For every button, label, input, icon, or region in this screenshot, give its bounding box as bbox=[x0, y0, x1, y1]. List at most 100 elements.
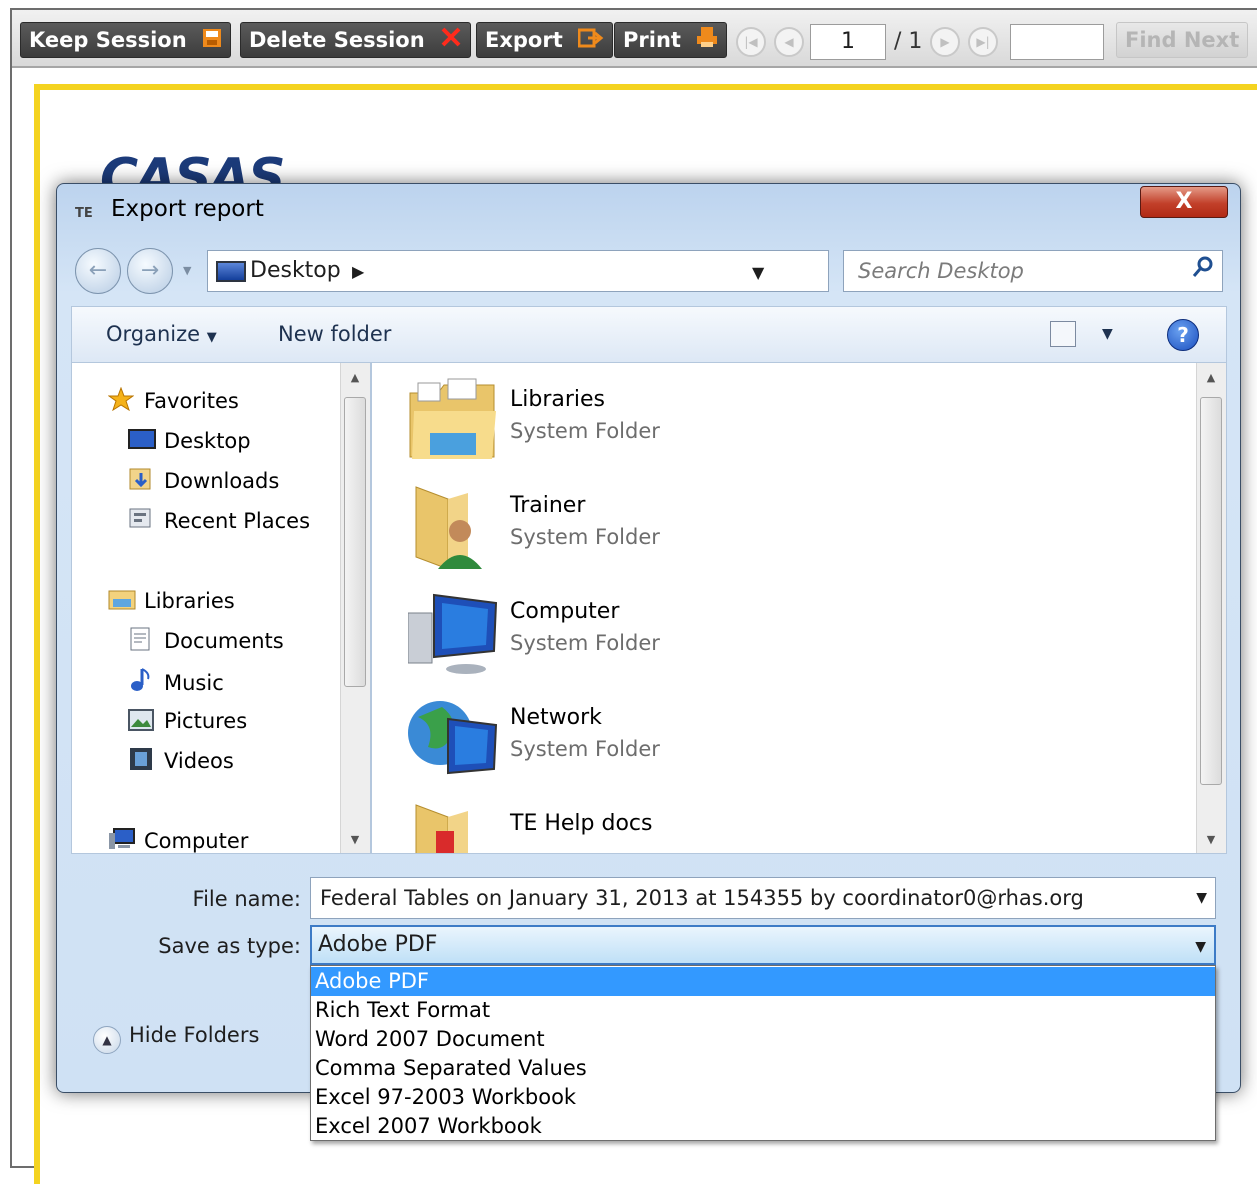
export-label: Export bbox=[485, 28, 563, 52]
file-name: Network bbox=[510, 705, 602, 730]
forward-arrow-icon[interactable]: → bbox=[127, 248, 173, 294]
nav-downloads[interactable]: Downloads bbox=[128, 467, 279, 495]
downloads-icon bbox=[128, 467, 154, 490]
user-folder-icon bbox=[408, 483, 498, 570]
option-adobe-pdf[interactable]: Adobe PDF bbox=[311, 967, 1215, 996]
search-placeholder: Search Desktop bbox=[858, 259, 1024, 283]
scrollbar-thumb[interactable] bbox=[1200, 397, 1222, 785]
address-dropdown-icon[interactable]: ▼ bbox=[752, 260, 764, 286]
keep-session-button[interactable]: Keep Session bbox=[20, 22, 231, 58]
nav-documents[interactable]: Documents bbox=[128, 627, 284, 655]
save-type-options: Adobe PDF Rich Text Format Word 2007 Doc… bbox=[310, 965, 1216, 1141]
page-number-input[interactable]: 1 bbox=[810, 24, 886, 60]
navigation-pane: Favorites Desktop Downloads Recent Place… bbox=[71, 362, 371, 854]
list-item-te-help-docs[interactable]: TE Help docs bbox=[408, 797, 1008, 853]
first-page-icon[interactable]: |◀ bbox=[736, 27, 766, 57]
recent-places-icon bbox=[128, 507, 154, 529]
new-folder-button[interactable]: New folder bbox=[278, 319, 391, 349]
favorites-label: Favorites bbox=[144, 389, 239, 413]
option-rich-text-format[interactable]: Rich Text Format bbox=[311, 996, 1215, 1025]
nav-computer[interactable]: Computer bbox=[108, 827, 248, 855]
file-name-dropdown-icon[interactable]: ▼ bbox=[1196, 888, 1207, 908]
option-excel-97-2003-workbook[interactable]: Excel 97-2003 Workbook bbox=[311, 1083, 1215, 1112]
nav-desktop[interactable]: Desktop bbox=[128, 427, 251, 455]
computer-icon bbox=[108, 827, 135, 849]
scroll-down-icon[interactable]: ▼ bbox=[1197, 833, 1225, 846]
save-as-type-select[interactable]: Adobe PDF ▼ bbox=[310, 925, 1216, 965]
nav-favorites[interactable]: Favorites bbox=[107, 386, 239, 415]
list-item-trainer[interactable]: Trainer System Folder bbox=[408, 479, 1008, 575]
file-type: System Folder bbox=[510, 525, 660, 549]
back-arrow-icon[interactable]: ← bbox=[75, 248, 121, 294]
recent-locations-chevron-icon[interactable]: ▼ bbox=[183, 264, 191, 277]
scroll-up-icon[interactable]: ▲ bbox=[1197, 371, 1225, 384]
file-name-label: File name: bbox=[192, 887, 301, 911]
nav-videos[interactable]: Videos bbox=[128, 747, 234, 775]
last-page-icon[interactable]: ▶| bbox=[968, 27, 998, 57]
address-bar[interactable]: Desktop ▶ ▼ ⇆ bbox=[207, 250, 968, 359]
music-label: Music bbox=[164, 671, 224, 695]
option-word-2007-document[interactable]: Word 2007 Document bbox=[311, 1025, 1215, 1054]
option-comma-separated-values[interactable]: Comma Separated Values bbox=[311, 1054, 1215, 1083]
network-icon bbox=[408, 695, 498, 781]
option-excel-2007-workbook[interactable]: Excel 2007 Workbook bbox=[311, 1112, 1215, 1141]
file-list: Libraries System Folder Trainer System F… bbox=[371, 362, 1227, 854]
collapse-up-icon: ▲ bbox=[93, 1026, 121, 1054]
nav-pictures[interactable]: Pictures bbox=[128, 707, 247, 735]
views-icon[interactable] bbox=[1050, 321, 1076, 347]
views-dropdown-icon[interactable]: ▼ bbox=[1102, 321, 1113, 347]
nav-libraries[interactable]: Libraries bbox=[108, 587, 235, 615]
scroll-down-icon[interactable]: ▼ bbox=[341, 833, 369, 846]
navigation-scrollbar[interactable]: ▲ ▼ bbox=[340, 363, 370, 853]
file-list-scrollbar[interactable]: ▲ ▼ bbox=[1196, 363, 1226, 853]
pictures-label: Pictures bbox=[164, 709, 248, 733]
previous-page-icon[interactable]: ◀ bbox=[774, 27, 804, 57]
file-name: Libraries bbox=[510, 387, 606, 412]
close-button[interactable]: X bbox=[1140, 186, 1228, 218]
file-type: System Folder bbox=[510, 737, 660, 761]
documents-label: Documents bbox=[164, 629, 284, 653]
file-name-field[interactable]: Federal Tables on January 31, 2013 at 15… bbox=[310, 877, 1216, 919]
scroll-up-icon[interactable]: ▲ bbox=[341, 371, 369, 384]
libraries-label: Libraries bbox=[144, 589, 235, 613]
print-button[interactable]: Print bbox=[614, 22, 728, 58]
desktop-icon bbox=[128, 429, 156, 451]
page-total: / 1 bbox=[894, 29, 923, 54]
print-label: Print bbox=[623, 28, 681, 52]
export-report-dialog: TE Export report X ← → ▼ Desktop ▶ ▼ ⇆ S… bbox=[56, 183, 1241, 1141]
folder-icon bbox=[408, 801, 498, 853]
app-icon: TE bbox=[75, 206, 93, 221]
find-next-button[interactable]: Find Next bbox=[1116, 22, 1249, 58]
file-type: System Folder bbox=[510, 631, 660, 655]
scrollbar-thumb[interactable] bbox=[344, 397, 366, 687]
search-input[interactable]: Search Desktop bbox=[843, 250, 1223, 292]
address-location[interactable]: Desktop bbox=[250, 255, 341, 287]
save-icon bbox=[202, 24, 222, 58]
save-type-value: Adobe PDF bbox=[318, 932, 438, 957]
save-type-label: Save as type: bbox=[158, 934, 301, 958]
list-item-computer[interactable]: Computer System Folder bbox=[407, 585, 1008, 681]
search-icon[interactable] bbox=[1192, 256, 1214, 287]
find-text-input[interactable] bbox=[1010, 24, 1104, 60]
organize-menu[interactable]: Organize ▼ bbox=[106, 319, 217, 353]
next-page-icon[interactable]: ▶ bbox=[930, 27, 960, 57]
command-bar: Organize ▼ New folder ▼ ? bbox=[71, 306, 1227, 362]
list-item-network[interactable]: Network System Folder bbox=[408, 691, 1008, 787]
file-name: Trainer bbox=[510, 493, 586, 518]
file-name-value: Federal Tables on January 31, 2013 at 15… bbox=[320, 886, 1084, 910]
keep-session-label: Keep Session bbox=[29, 28, 187, 52]
downloads-label: Downloads bbox=[164, 469, 280, 493]
nav-music[interactable]: Music bbox=[128, 667, 224, 697]
organize-label: Organize bbox=[106, 322, 201, 346]
breadcrumb-chevron-icon[interactable]: ▶ bbox=[352, 259, 364, 285]
documents-icon bbox=[128, 627, 154, 651]
save-type-dropdown-icon[interactable]: ▼ bbox=[1195, 937, 1206, 957]
help-icon[interactable]: ? bbox=[1167, 319, 1199, 351]
hide-folders-button[interactable]: ▲ Hide Folders bbox=[93, 1020, 259, 1054]
delete-session-label: Delete Session bbox=[249, 28, 425, 52]
list-item-libraries[interactable]: Libraries System Folder bbox=[408, 373, 1008, 469]
pictures-icon bbox=[128, 709, 154, 731]
delete-session-button[interactable]: Delete Session bbox=[240, 22, 471, 58]
nav-recent-places[interactable]: Recent Places bbox=[128, 507, 310, 535]
export-button[interactable]: Export bbox=[476, 22, 614, 58]
